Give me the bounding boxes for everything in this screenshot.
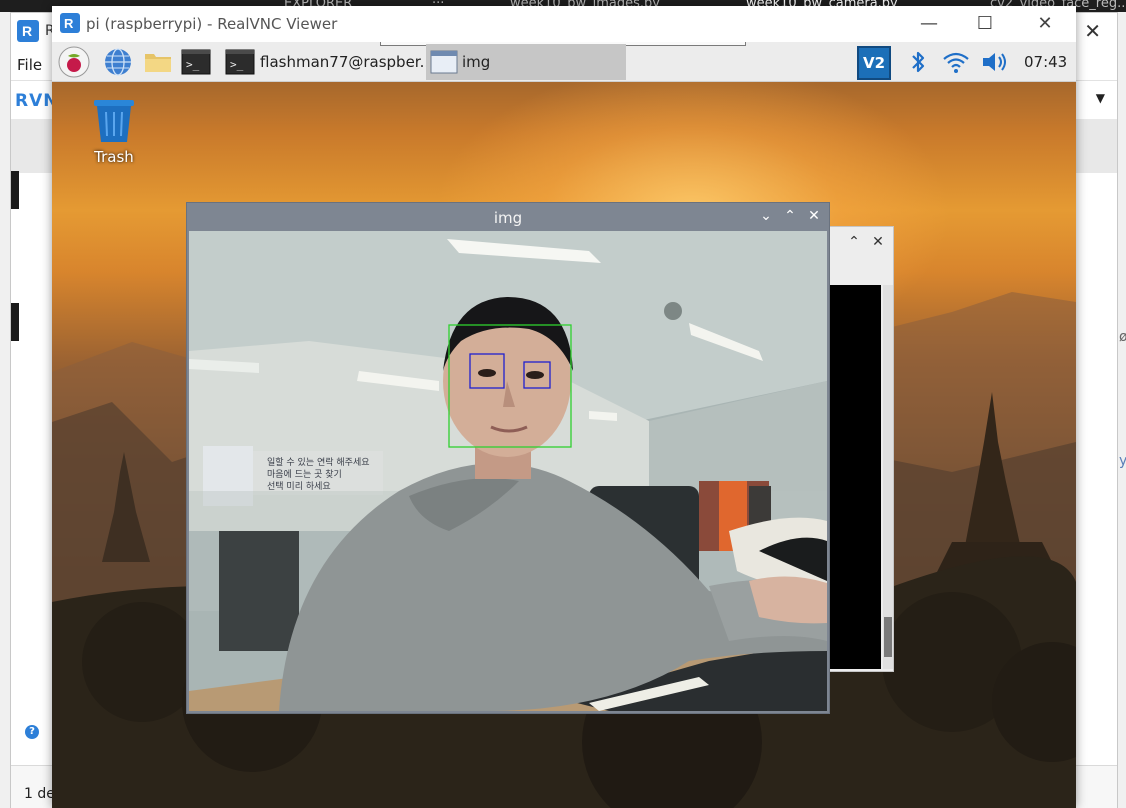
taskbar-terminal-label: flashman77@raspber... [260, 53, 434, 71]
maximize-button[interactable]: ⌃ [781, 207, 799, 225]
terminal-icon[interactable]: >_ [180, 46, 212, 78]
viewer-titlebar: R pi (raspberrypi) - RealVNC Viewer — ☐ … [52, 6, 1076, 42]
edge-text: y [1119, 453, 1126, 469]
status-text: 1 de [24, 786, 55, 802]
raspberry-pi-desktop[interactable]: >_ >_ flashman77@raspber... img V2 07:43… [52, 42, 1076, 808]
desktop-taskbar: >_ >_ flashman77@raspber... img V2 07:43 [52, 42, 1076, 82]
edge-text: ø [1119, 329, 1126, 345]
minimize-button[interactable]: ⌄ [757, 207, 775, 225]
taskbar-clock[interactable]: 07:43 [1024, 53, 1067, 71]
camera-image: 일할 수 있는 연락 해주세요 마음에 드는 곳 찾기 선택 미리 하세요 [189, 231, 827, 711]
taskbar-img-label: img [462, 53, 491, 71]
address-book-close-button[interactable]: ✕ [1084, 19, 1101, 43]
realvnc-logo-icon: R [60, 13, 80, 33]
svg-text:일할 수 있는 연락 해주세요: 일할 수 있는 연락 해주세요 [267, 456, 370, 468]
help-icon[interactable]: ? [25, 725, 39, 739]
svg-text:R: R [22, 23, 32, 39]
globe-icon[interactable] [102, 46, 134, 78]
camera-frame: 일할 수 있는 연락 해주세요 마음에 드는 곳 찾기 선택 미리 하세요 [189, 231, 827, 711]
terminal-icon: >_ [225, 49, 255, 75]
maximize-button[interactable]: ☐ [962, 10, 1008, 38]
terminal-scrollbar[interactable] [883, 285, 893, 669]
svg-text:선택 미리 하세요: 선택 미리 하세요 [267, 481, 331, 492]
bluetooth-icon[interactable] [902, 46, 934, 78]
img-titlebar[interactable]: img ⌄ ⌃ ✕ [187, 203, 829, 231]
scrollbar-thumb[interactable] [884, 617, 892, 657]
img-window[interactable]: img ⌄ ⌃ ✕ 일할 수 있는 연락 해주세요 마음에 드는 곳 찾기 선택… [186, 202, 830, 714]
desktop-trash[interactable]: Trash [88, 96, 140, 166]
chevron-down-icon[interactable]: ▼ [1096, 91, 1105, 105]
svg-text:R: R [64, 16, 74, 31]
wifi-icon[interactable] [940, 46, 972, 78]
trash-label: Trash [94, 148, 134, 166]
connection-thumbnail[interactable] [11, 303, 19, 341]
viewer-title: pi (raspberrypi) - RealVNC Viewer [86, 15, 338, 33]
vnc-tray-icon[interactable]: V2 [857, 46, 891, 80]
svg-text:>_: >_ [186, 58, 200, 71]
window-icon [430, 50, 458, 74]
close-button[interactable]: ✕ [805, 207, 823, 225]
minimize-button[interactable]: — [906, 10, 952, 38]
close-button[interactable]: ✕ [869, 233, 887, 251]
trash-icon [94, 100, 134, 142]
folder-icon[interactable] [142, 46, 174, 78]
svg-text:마음에 드는 곳 찾기: 마음에 드는 곳 찾기 [267, 469, 342, 480]
vnc-viewer-window: R pi (raspberrypi) - RealVNC Viewer — ☐ … [52, 6, 1076, 808]
realvnc-logo-icon: R [17, 20, 39, 42]
maximize-button[interactable]: ⌃ [845, 233, 863, 251]
close-button[interactable]: ✕ [1022, 10, 1068, 38]
volume-icon[interactable] [978, 46, 1010, 78]
menu-file[interactable]: File [17, 56, 42, 74]
img-window-title: img [493, 209, 523, 227]
raspberry-icon[interactable] [58, 46, 90, 78]
connection-thumbnail[interactable] [11, 171, 19, 209]
taskbar-img-task[interactable]: img [426, 44, 626, 80]
svg-text:>_: >_ [230, 58, 244, 71]
